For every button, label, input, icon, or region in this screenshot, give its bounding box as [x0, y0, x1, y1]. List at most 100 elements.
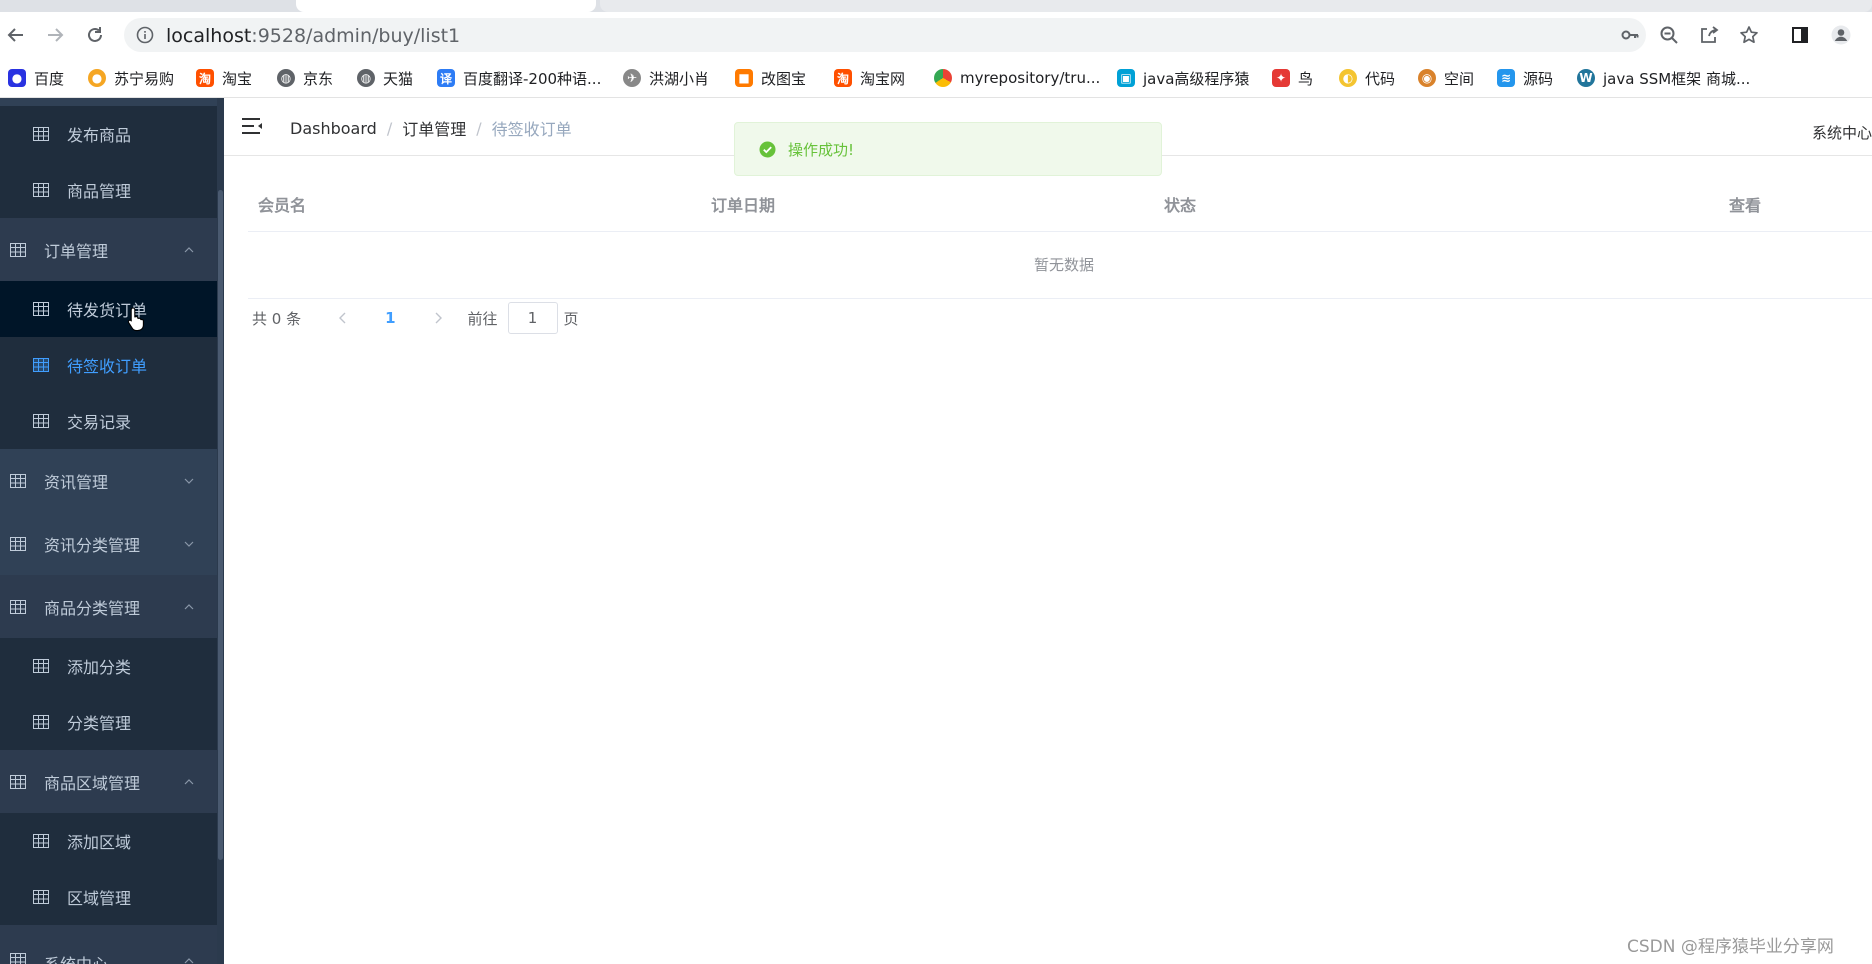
password-key-button[interactable] [1617, 22, 1643, 48]
bookmark-label: java高级程序猿 [1143, 69, 1250, 88]
sidebar-item-label: 添加分类 [67, 658, 132, 677]
chevron-up-icon [184, 958, 194, 964]
bookmark-star-button[interactable] [1736, 22, 1762, 48]
bookmark-label: 淘宝 [222, 69, 253, 88]
sidebar-group-news-management[interactable]: 资讯管理 [0, 449, 217, 512]
bookmark-label: 代码 [1365, 69, 1396, 88]
table-empty-row: 暂无数据 [248, 232, 1872, 299]
bookmark-label: 京东 [303, 69, 334, 88]
table-icon [10, 242, 26, 257]
zoom-button[interactable] [1656, 22, 1682, 48]
bookmark-label: 百度翻译-200种语... [463, 69, 602, 88]
sidebar-item-label: 区域管理 [67, 889, 132, 908]
sidebar-item-add-region[interactable]: 添加区域 [0, 813, 217, 869]
sidebar-item-add-category[interactable]: 添加分类 [0, 638, 217, 694]
toast-message: 操作成功! [788, 140, 855, 159]
sidebar-group-order-management[interactable]: 订单管理 [0, 218, 217, 281]
bookmark-java-senior[interactable]: ▣ java高级程序猿 [1117, 67, 1249, 89]
reload-icon [88, 27, 102, 42]
arrow-left-icon [7, 28, 23, 42]
forward-button[interactable] [42, 22, 68, 48]
table-header: 会员名 订单日期 状态 查看 [248, 172, 1872, 232]
sidebar-scroll-thumb[interactable] [218, 190, 223, 860]
suning-icon: ● [88, 69, 106, 87]
hamburger-fold-icon[interactable] [242, 116, 264, 136]
sidebar-item-pending-shipment[interactable]: 待发货订单 [0, 281, 217, 337]
taobao-icon: 淘 [196, 69, 214, 87]
sidebar-item-label: 交易记录 [67, 413, 132, 432]
bookmark-source[interactable]: ≋ 源码 [1497, 67, 1553, 89]
bookmark-java-ssm[interactable]: Wjava SSM框架 商城... [1577, 67, 1750, 89]
bookmark-jd[interactable]: ◍ 京东 [277, 67, 333, 89]
key-icon [1621, 30, 1639, 40]
bookmark-label: myrepository/tru... [960, 69, 1101, 87]
sidebar-item-goods-management[interactable]: 商品管理 [0, 162, 217, 218]
bookmark-label: 苏宁易购 [114, 69, 175, 88]
table-icon [33, 127, 49, 141]
sidebar-item-label: 资讯管理 [44, 472, 109, 492]
space-icon: ◉ [1418, 69, 1436, 87]
browser-tab-active[interactable] [296, 0, 596, 12]
sidebar-group-news-category[interactable]: 资讯分类管理 [0, 512, 217, 575]
browser-toolbar: localhost:9528/admin/buy/list1 [0, 12, 1872, 58]
bookmark-suning[interactable]: ● 苏宁易购 [88, 67, 174, 89]
table-icon [10, 953, 26, 964]
table-icon [33, 715, 49, 729]
bookmark-myrepository[interactable]: myrepository/tru... [934, 67, 1100, 89]
bookmark-honghu[interactable]: ✈ 洪湖小肖 [623, 67, 709, 89]
table-icon [33, 834, 49, 848]
table-icon [10, 599, 26, 614]
bookmark-label: 改图宝 [761, 69, 807, 88]
zoom-out-icon [1660, 26, 1678, 44]
next-page-icon[interactable] [430, 310, 446, 326]
right-menu-system-center[interactable]: 系统中心 [1812, 122, 1872, 143]
column-order-date: 订单日期 [711, 196, 776, 215]
sidebar-item-transaction-records[interactable]: 交易记录 [0, 393, 217, 449]
bookmark-label: 源码 [1523, 69, 1554, 88]
bookmark-baidu[interactable]: ● 百度 [8, 67, 64, 89]
bookmark-gaitubao[interactable]: ■ 改图宝 [735, 67, 806, 89]
table-icon [33, 302, 49, 316]
bookmark-baidu-translate[interactable]: 译百度翻译-200种语... [437, 67, 601, 89]
share-button[interactable] [1696, 22, 1722, 48]
empty-text: 暂无数据 [1034, 256, 1095, 274]
table-icon [33, 183, 49, 197]
bookmark-space[interactable]: ◉ 空间 [1418, 67, 1474, 89]
sidebar-item-label: 商品管理 [67, 182, 132, 201]
side-panel-button[interactable] [1787, 22, 1813, 48]
column-view: 查看 [1729, 196, 1762, 215]
sidebar-scrollbar[interactable] [217, 98, 224, 964]
reload-button[interactable] [82, 22, 108, 48]
bookmark-tmall[interactable]: ◍ 天猫 [357, 67, 413, 89]
sidebar-item-region-management[interactable]: 区域管理 [0, 869, 217, 925]
back-button[interactable] [3, 22, 29, 48]
sidebar-group-goods-region[interactable]: 商品区域管理 [0, 750, 217, 813]
sidebar-group-goods-category[interactable]: 商品分类管理 [0, 575, 217, 638]
chevron-down-icon [184, 541, 194, 547]
bookmark-bird[interactable]: ✦ 鸟 [1272, 67, 1313, 89]
breadcrumb-dashboard[interactable]: Dashboard [290, 119, 377, 138]
sidebar-item-label: 资讯分类管理 [44, 535, 141, 555]
bookmark-taobao[interactable]: 淘淘宝 [196, 67, 252, 89]
hand-cursor-icon [127, 307, 144, 332]
site-info-icon[interactable] [136, 26, 154, 44]
browser-tab-inactive[interactable] [600, 0, 1872, 12]
sidebar-item-publish-goods[interactable]: 发布商品 [0, 106, 217, 162]
sidebar-group-system-center[interactable]: 系统中心 [0, 925, 217, 964]
sidebar-item-pending-receipt[interactable]: 待签收订单 [0, 337, 217, 393]
pagination: 共 0 条 1 前往 1 页 [252, 302, 579, 334]
prev-page-icon[interactable] [335, 310, 351, 326]
url-text[interactable]: localhost:9528/admin/buy/list1 [166, 25, 460, 47]
bookmark-code[interactable]: ◐ 代码 [1339, 67, 1395, 89]
arrow-right-icon [48, 28, 64, 42]
goto-page-input[interactable]: 1 [507, 302, 558, 334]
profile-button[interactable] [1828, 22, 1854, 48]
bookmark-taobao-net[interactable]: 淘淘宝网 [834, 67, 905, 89]
sidebar-item-category-management[interactable]: 分类管理 [0, 694, 217, 750]
address-bar[interactable]: localhost:9528/admin/buy/list1 [124, 18, 1646, 52]
url-path: :9528/admin/buy/list1 [251, 25, 461, 47]
table-icon [33, 890, 49, 904]
page-number-current[interactable]: 1 [385, 309, 395, 327]
chevron-up-icon [184, 246, 194, 252]
sidebar-menu: 发布商品 商品管理 订单管理 待发货订单 待签收订单 交易记录 资讯管理 资讯分… [0, 98, 224, 964]
